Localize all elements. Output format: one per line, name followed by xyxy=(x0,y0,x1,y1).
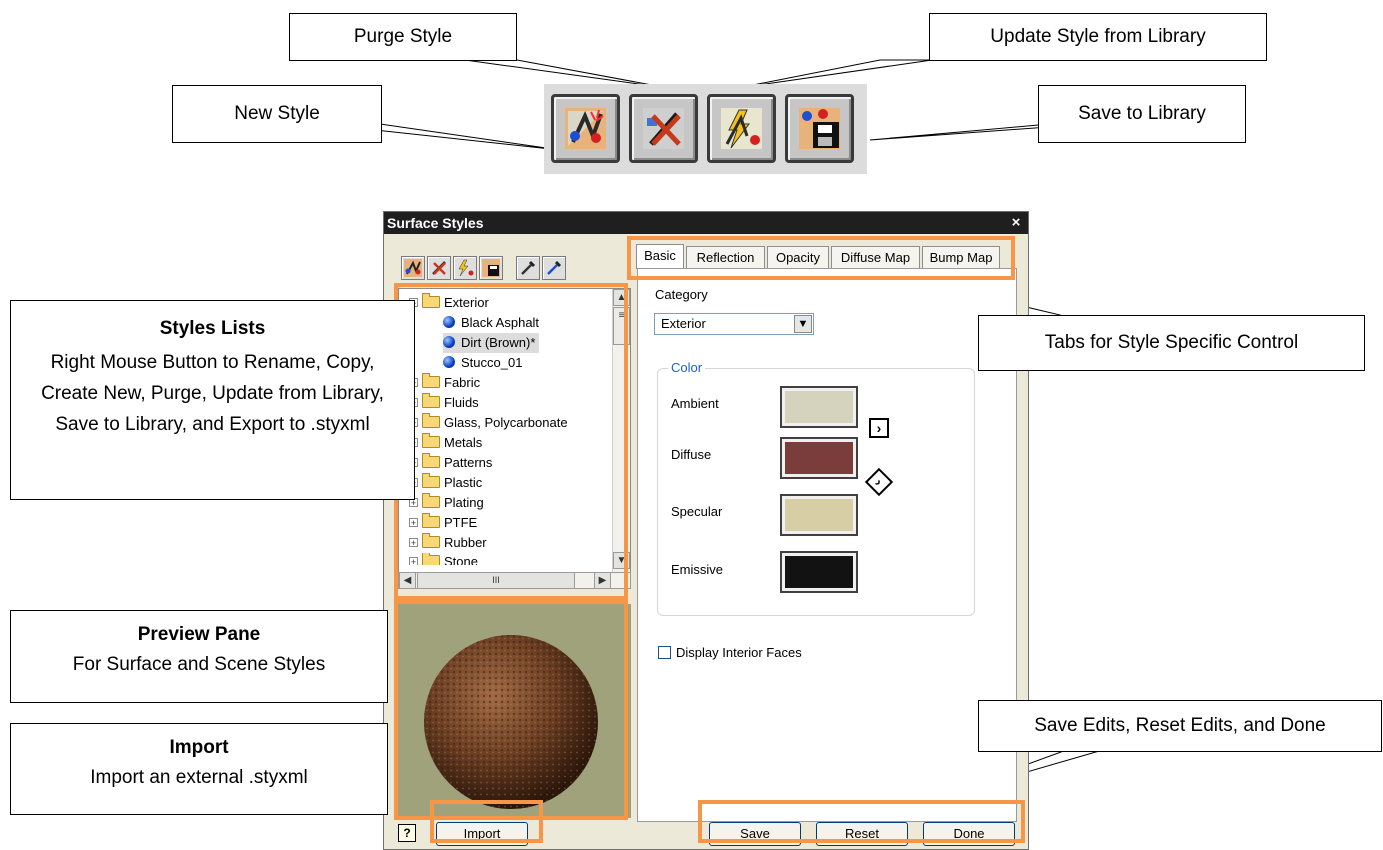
purge-style-button[interactable] xyxy=(629,94,698,163)
basic-tab-panel: Category Exterior ▼ Color Ambient › Diff… xyxy=(637,268,1017,822)
eyedropper-icon xyxy=(521,260,536,275)
color-group-title: Color xyxy=(668,360,706,375)
ambient-label: Ambient xyxy=(671,396,719,411)
callout-text: New Style xyxy=(234,103,320,125)
update-style-icon xyxy=(458,259,474,277)
pick-style-button[interactable] xyxy=(516,256,540,280)
new-style-icon xyxy=(565,108,606,149)
callout-text: Tabs for Style Specific Control xyxy=(1044,332,1299,354)
callout-heading: Styles Lists xyxy=(159,318,266,339)
callout-purge-style: Purge Style xyxy=(289,13,517,61)
help-icon[interactable]: ? xyxy=(398,824,416,842)
highlight-preview xyxy=(394,600,628,820)
emissive-label: Emissive xyxy=(671,562,724,577)
copy-diffuse-to-specular-arrow-icon[interactable]: › xyxy=(864,467,894,497)
diffuse-label: Diffuse xyxy=(671,447,712,462)
callout-save-edits: Save Edits, Reset Edits, and Done xyxy=(978,700,1382,752)
copy-ambient-to-diffuse-arrow-icon[interactable]: › xyxy=(869,418,889,438)
update-style-icon xyxy=(721,108,762,149)
callout-text: Save to Library xyxy=(1078,103,1206,125)
small-new-style-button[interactable] xyxy=(401,256,425,280)
purge-style-icon xyxy=(643,108,684,149)
highlight-bottom-buttons xyxy=(698,800,1025,843)
dialog-title: Surface Styles xyxy=(387,215,484,231)
small-update-style-button[interactable] xyxy=(453,256,477,280)
save-to-library-icon xyxy=(482,259,500,277)
dialog-title-bar: Surface Styles × xyxy=(384,212,1028,234)
close-icon[interactable]: × xyxy=(1008,215,1024,231)
small-purge-style-button[interactable] xyxy=(427,256,451,280)
callout-body: Right Mouse Button to Rename, Copy, Crea… xyxy=(41,351,384,435)
update-style-button[interactable] xyxy=(707,94,776,163)
category-label: Category xyxy=(655,287,708,302)
callout-text: Update Style from Library xyxy=(990,26,1206,48)
callout-preview-pane: Preview Pane For Surface and Scene Style… xyxy=(10,610,388,703)
callout-new-style: New Style xyxy=(172,85,382,143)
callout-text: Save Edits, Reset Edits, and Done xyxy=(1034,715,1326,737)
display-interior-faces-checkbox[interactable] xyxy=(658,646,671,659)
callout-heading: Preview Pane xyxy=(137,624,261,645)
callout-tabs-control: Tabs for Style Specific Control xyxy=(978,315,1365,371)
highlight-import xyxy=(430,800,543,843)
highlight-tabs xyxy=(627,236,1015,280)
purge-style-icon xyxy=(432,261,446,275)
new-style-button[interactable] xyxy=(551,94,620,163)
diffuse-color-swatch[interactable] xyxy=(780,437,858,479)
small-save-to-library-button[interactable] xyxy=(479,256,503,280)
chevron-down-icon[interactable]: ▼ xyxy=(794,315,812,333)
callout-text: Purge Style xyxy=(353,26,453,48)
callout-heading: Import xyxy=(169,737,229,758)
save-to-library-icon xyxy=(799,108,840,149)
ambient-color-swatch[interactable] xyxy=(780,386,858,428)
category-dropdown[interactable]: Exterior ▼ xyxy=(654,313,814,335)
callout-body: Import an external .styxml xyxy=(90,766,308,788)
color-group: Color Ambient › Diffuse › Specular Emiss… xyxy=(657,360,975,616)
category-value: Exterior xyxy=(661,316,706,331)
style-toolbar xyxy=(544,84,867,174)
paint-dropper-icon xyxy=(547,260,562,275)
callout-import: Import Import an external .styxml xyxy=(10,723,388,815)
highlight-styles-list xyxy=(394,283,628,600)
callout-update-style: Update Style from Library xyxy=(929,13,1267,61)
apply-style-button[interactable] xyxy=(542,256,566,280)
new-style-icon xyxy=(404,259,422,277)
callout-styles-lists: Styles Lists Right Mouse Button to Renam… xyxy=(10,300,415,500)
callout-save-to-library: Save to Library xyxy=(1038,85,1246,143)
callout-body: For Surface and Scene Styles xyxy=(72,653,326,675)
specular-label: Specular xyxy=(671,504,723,519)
specular-color-swatch[interactable] xyxy=(780,494,858,536)
display-interior-faces-label: Display Interior Faces xyxy=(676,645,802,660)
emissive-color-swatch[interactable] xyxy=(780,551,858,593)
save-to-library-button[interactable] xyxy=(785,94,854,163)
